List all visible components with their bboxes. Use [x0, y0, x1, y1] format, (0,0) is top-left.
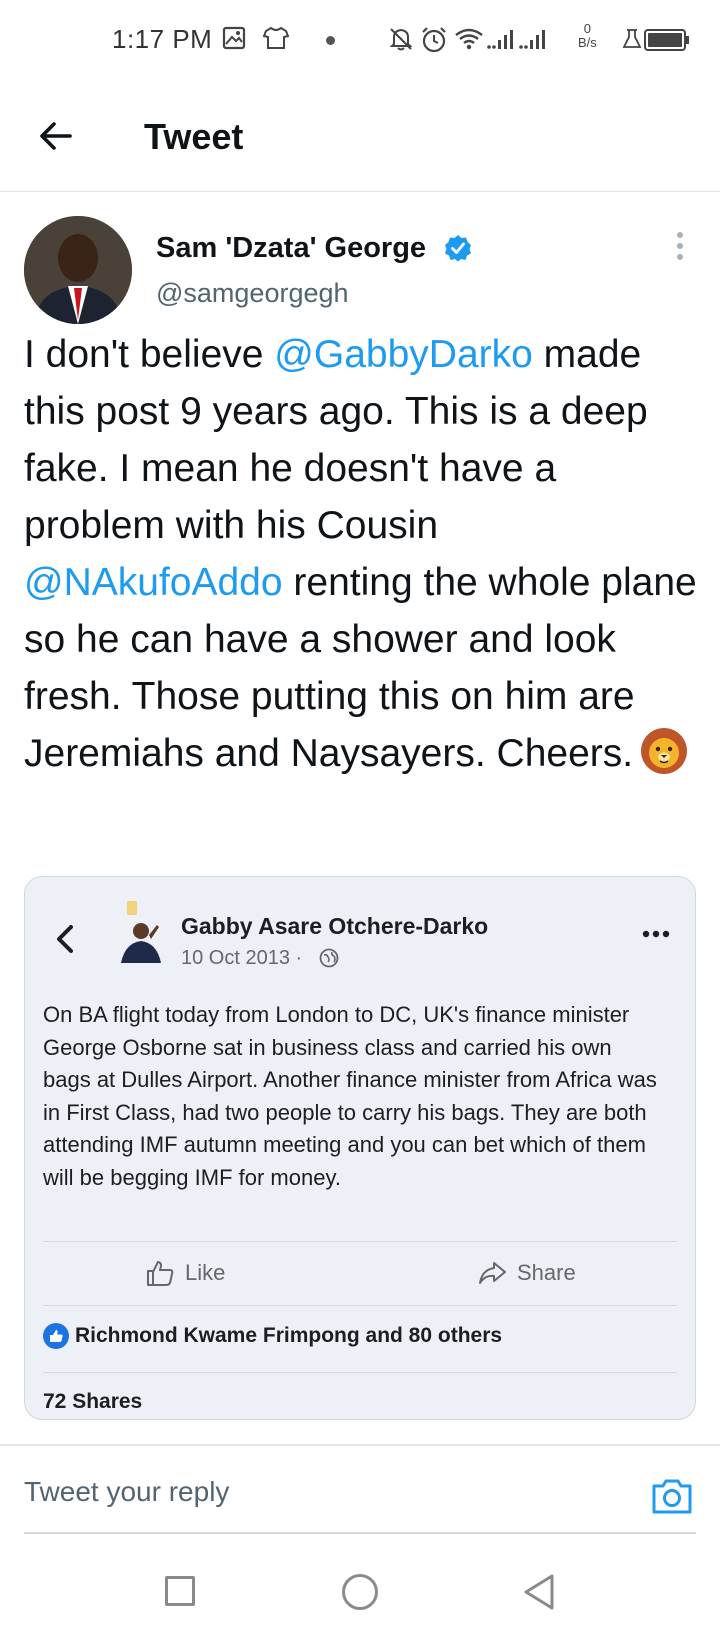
avatar-image [24, 216, 132, 324]
notifications-off-icon [389, 28, 413, 51]
like-label: Like [185, 1260, 226, 1285]
divider [43, 1305, 677, 1306]
like-reaction-icon [43, 1323, 69, 1349]
author-name[interactable]: Sam 'Dzata' George [156, 232, 426, 265]
reactions-text: Richmond Kwame Frimpong and 80 others [75, 1324, 503, 1347]
avatar[interactable] [24, 216, 132, 324]
globe-icon [319, 948, 339, 968]
notification-dot [326, 36, 335, 45]
network-speed: 0 B/s [578, 22, 597, 50]
embedded-post-body: On BA flight today from London to DC, UK… [43, 1002, 657, 1190]
like-button[interactable]: Like [145, 1253, 225, 1293]
reply-underline [24, 1532, 696, 1534]
embedded-post-card[interactable]: Gabby Asare Otchere-Darko 10 Oct 2013 · … [24, 876, 696, 1420]
tweet-text-part: I don't believe [24, 333, 275, 376]
embedded-author-avatar[interactable] [113, 901, 165, 965]
status-bar: 1:17 PM 0 B/s [0, 0, 720, 80]
mention-link[interactable]: @GabbyDarko [274, 333, 533, 376]
nav-back-icon[interactable] [522, 1572, 556, 1612]
gallery-icon [222, 26, 246, 50]
battery-icon [644, 29, 689, 51]
author-handle[interactable]: @samgeorgegh [156, 278, 349, 309]
tshirt-icon [262, 26, 290, 49]
embedded-post-date: 10 Oct 2013 · [181, 947, 303, 969]
net-speed-value: 0 [583, 21, 592, 36]
divider [43, 1241, 677, 1242]
share-label: Share [517, 1260, 576, 1285]
signal-icon [519, 30, 545, 49]
share-arrow-icon [479, 1262, 506, 1284]
status-time: 1:17 PM [112, 24, 213, 54]
home-button[interactable] [342, 1574, 378, 1610]
shares-count[interactable]: 72 Shares [43, 1390, 142, 1414]
mention-link[interactable]: @NAkufoAddo [24, 561, 283, 604]
more-options-icon[interactable] [670, 232, 690, 266]
share-button[interactable]: Share [477, 1253, 576, 1293]
wifi-icon [455, 28, 483, 50]
page-title: Tweet [144, 116, 244, 157]
verified-badge-icon [445, 235, 471, 262]
thumbs-up-icon [147, 1261, 174, 1286]
recent-apps-button[interactable] [165, 1576, 195, 1606]
divider [0, 1444, 720, 1446]
camera-icon[interactable] [650, 1474, 694, 1518]
signal-icon [487, 30, 513, 49]
alarm-icon [422, 27, 446, 53]
back-arrow-icon[interactable] [36, 116, 76, 156]
net-speed-unit: B/s [578, 35, 597, 50]
tweet-text: I don't believe @GabbyDarko made this po… [24, 326, 704, 782]
reactions-summary[interactable]: Richmond Kwame Frimpong and 80 others [43, 1323, 502, 1349]
flask-icon [622, 29, 642, 48]
more-horizontal-icon[interactable] [641, 929, 671, 939]
header: Tweet [0, 80, 720, 192]
chevron-left-icon[interactable] [51, 919, 77, 959]
embedded-author-name[interactable]: Gabby Asare Otchere-Darko [181, 913, 488, 940]
lion-emoji-icon [641, 728, 688, 774]
divider [43, 1372, 677, 1373]
reply-input[interactable]: Tweet your reply [24, 1476, 229, 1508]
